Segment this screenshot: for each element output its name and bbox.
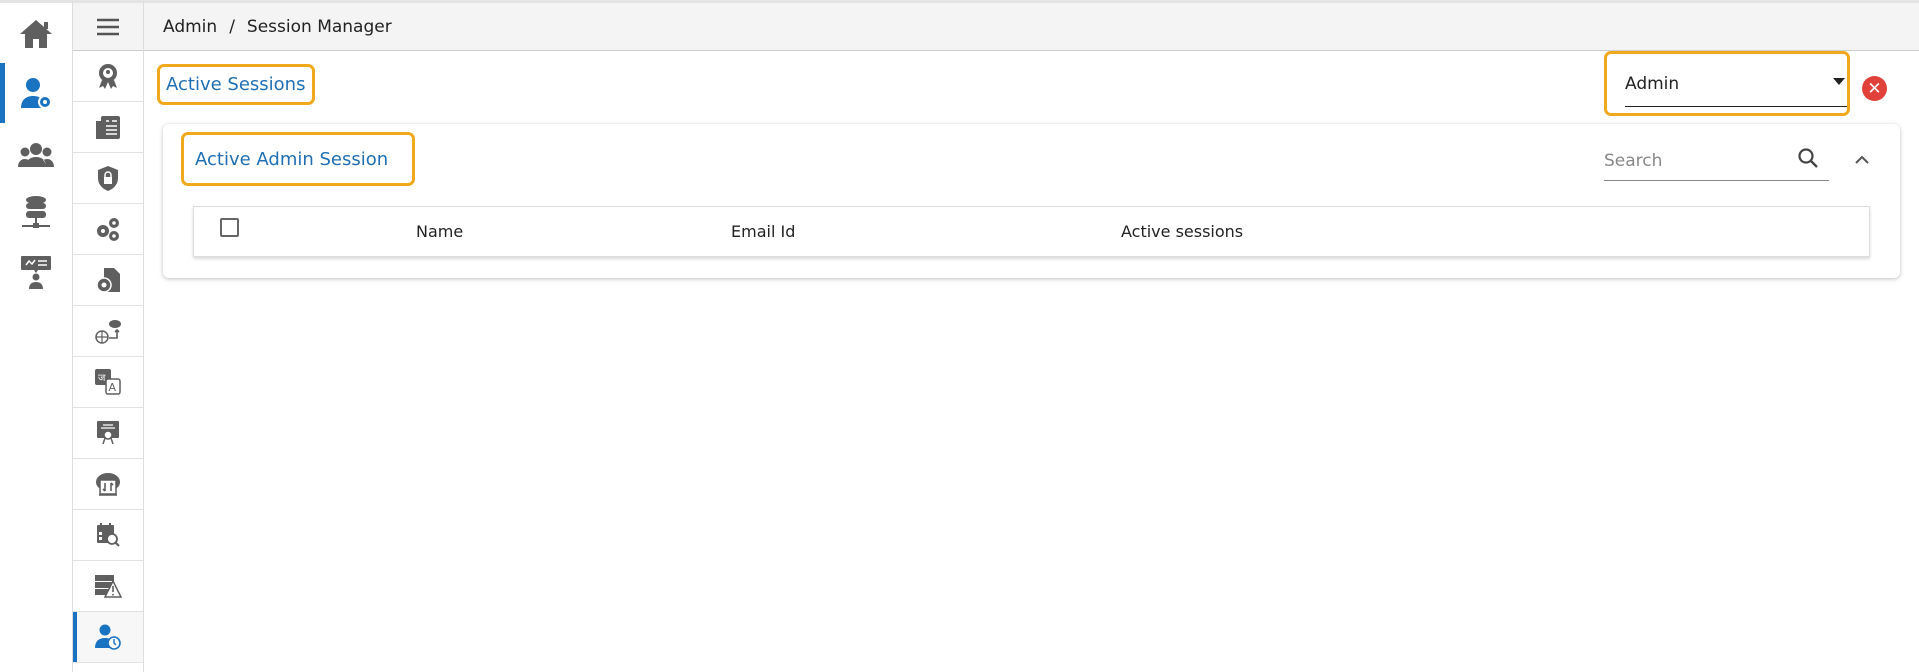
billing-icon (96, 116, 120, 139)
calendar-search-icon (97, 523, 120, 547)
user-gear-icon[interactable] (0, 63, 72, 123)
breadcrumb-root[interactable]: Admin (163, 17, 217, 37)
breadcrumb-separator: / (229, 16, 235, 37)
award-icon (99, 64, 117, 89)
sidebar-item-globe-cloud[interactable] (73, 306, 143, 357)
sidebar-item-billing[interactable] (73, 102, 143, 153)
server-warning-icon (95, 575, 122, 598)
search-icon[interactable] (1797, 147, 1819, 169)
page-title: Active Sessions (157, 64, 315, 105)
presentation-user-icon[interactable] (0, 245, 72, 301)
cloud-transfer-icon (96, 473, 120, 496)
breadcrumb-current: Session Manager (246, 16, 392, 37)
sidebar-item-gears[interactable] (73, 204, 143, 255)
dropdown-value: Admin (1625, 74, 1680, 94)
globe-cloud-icon (95, 320, 121, 344)
column-header-email[interactable]: Email Id (731, 222, 795, 241)
column-header-name[interactable]: Name (416, 222, 463, 241)
sidebar-item-cloud-transfer[interactable] (73, 459, 143, 510)
sidebar-item-document-gear[interactable] (73, 255, 143, 306)
hamburger-menu-button[interactable] (73, 3, 143, 51)
sidebar-item-award[interactable] (73, 51, 143, 102)
user-clock-icon (95, 624, 121, 650)
sidebar-item-server-warning[interactable] (73, 561, 143, 612)
session-type-dropdown[interactable]: Admin (1604, 51, 1850, 116)
shield-lock-icon (98, 166, 118, 191)
translate-icon: जA (95, 369, 121, 395)
sidebar-item-user-clock[interactable] (73, 612, 143, 663)
certificate-icon (97, 421, 119, 445)
sidebar-item-calendar-search[interactable] (73, 510, 143, 561)
card-title: Active Admin Session (181, 132, 415, 186)
app-rail (0, 0, 72, 672)
close-icon[interactable]: ✕ (1862, 76, 1887, 101)
sidebar-item-translate[interactable]: जA (73, 357, 143, 408)
select-all-checkbox[interactable] (220, 218, 239, 237)
home-icon[interactable] (0, 6, 72, 62)
dropdown-underline (1625, 106, 1847, 107)
document-gear-icon (96, 268, 120, 293)
svg-text:ज: ज (98, 373, 106, 384)
database-network-icon[interactable] (0, 185, 72, 241)
search-placeholder: Search (1604, 151, 1663, 171)
table-header: Name Email Id Active sessions (193, 206, 1870, 257)
svg-text:A: A (109, 381, 117, 394)
search-input[interactable]: Search (1604, 145, 1829, 181)
sidebar-item-shield-lock[interactable] (73, 153, 143, 204)
gears-icon (97, 218, 119, 241)
caret-down-icon (1833, 78, 1845, 85)
column-header-active-sessions[interactable]: Active sessions (1121, 222, 1243, 241)
sidebar-item-certificate[interactable] (73, 408, 143, 459)
users-icon[interactable] (0, 127, 72, 183)
chevron-up-icon[interactable] (1852, 150, 1872, 170)
breadcrumb: Admin / Session Manager (144, 0, 1919, 51)
secondary-sidebar: जA (72, 0, 144, 672)
